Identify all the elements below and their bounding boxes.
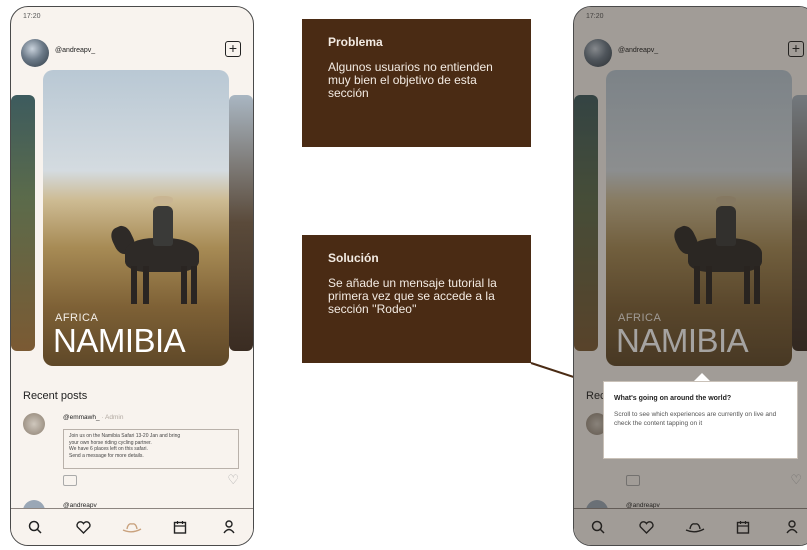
solution-title: Solución bbox=[328, 251, 379, 265]
post-avatar[interactable] bbox=[23, 413, 45, 435]
post-role: · Admin bbox=[99, 414, 124, 421]
tooltip-body: Scroll to see which experiences are curr… bbox=[614, 411, 777, 427]
comment-icon[interactable] bbox=[63, 475, 77, 486]
recent-posts-title: Recent posts bbox=[23, 390, 88, 402]
plus-icon[interactable]: + bbox=[225, 41, 241, 57]
solution-body: Se añade un mensaje tutorial la primera … bbox=[328, 276, 497, 316]
hero-title: NAMIBIA bbox=[53, 322, 186, 359]
solution-callout: Solución Se añade un mensaje tutorial la… bbox=[302, 235, 531, 363]
carousel-card-next[interactable] bbox=[229, 95, 253, 351]
phone-after: 17:20 @andreapv_ + AFRICA NAMIBIA Rece ♡… bbox=[573, 6, 807, 546]
heart-icon[interactable] bbox=[71, 516, 97, 538]
hero-card[interactable]: AFRICA NAMIBIA bbox=[43, 70, 229, 366]
post-line: Send a message for more details. bbox=[69, 452, 144, 459]
tab-bar bbox=[11, 508, 253, 545]
calendar-icon[interactable] bbox=[167, 516, 193, 538]
like-heart-icon[interactable]: ♡ bbox=[227, 473, 239, 486]
status-time: 17:20 bbox=[23, 13, 41, 20]
search-icon[interactable] bbox=[22, 516, 48, 538]
tutorial-tooltip[interactable]: What's going on around the world? Scroll… bbox=[603, 381, 798, 459]
user-icon[interactable] bbox=[216, 516, 242, 538]
tooltip-title: What's going on around the world? bbox=[614, 395, 732, 402]
phone-before: 17:20 @andreapv_ + AFRICA NAMIBIA Recent… bbox=[10, 6, 254, 546]
carousel-card-prev[interactable] bbox=[11, 95, 35, 351]
dim-overlay[interactable] bbox=[574, 7, 807, 545]
avatar[interactable] bbox=[21, 39, 49, 67]
post-message: Join us on the Namibia Safari 13-20 Jan … bbox=[63, 429, 239, 469]
hat-icon[interactable] bbox=[119, 516, 145, 538]
problem-title: Problema bbox=[328, 35, 383, 49]
problem-body: Algunos usuarios no entienden muy bien e… bbox=[328, 60, 493, 100]
username[interactable]: @andreapv_ bbox=[55, 47, 95, 54]
problem-callout: Problema Algunos usuarios no entienden m… bbox=[302, 19, 531, 147]
post-user[interactable]: @emmawh_ · Admin bbox=[63, 414, 123, 421]
post-username: @emmawh_ bbox=[63, 414, 100, 421]
